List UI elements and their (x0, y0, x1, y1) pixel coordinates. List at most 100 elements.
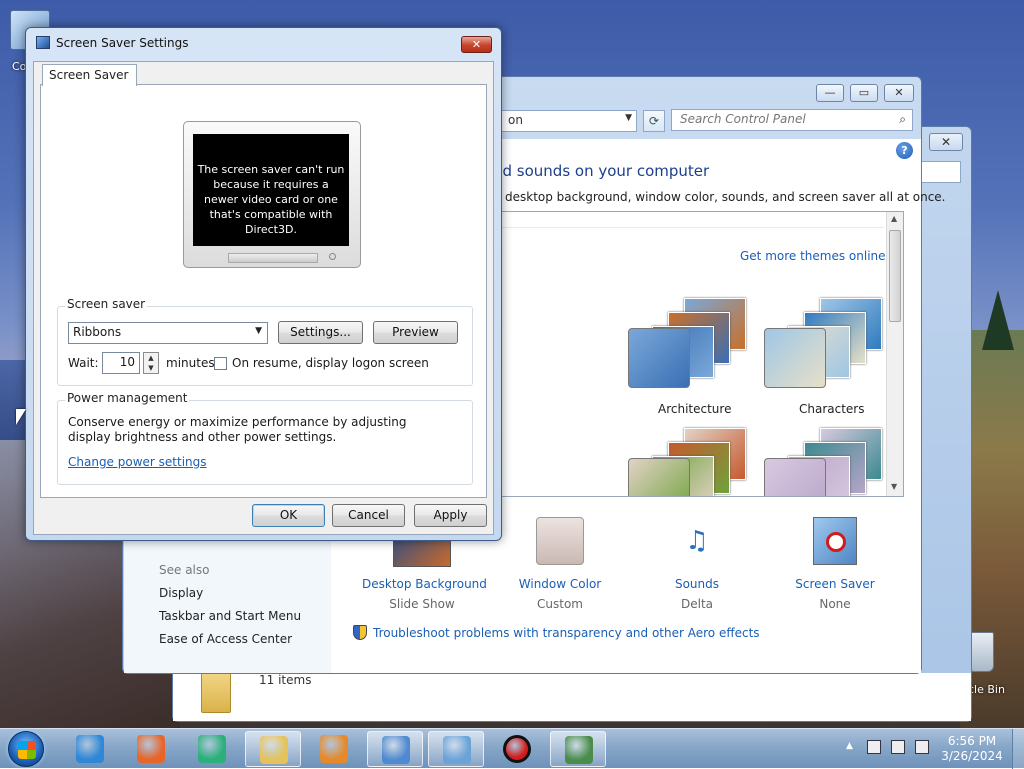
theme-item[interactable] (764, 428, 884, 496)
theme-characters[interactable] (764, 298, 884, 393)
taskbar-button[interactable] (489, 731, 545, 767)
screen-saver-select[interactable]: Ribbons ▼ (68, 322, 268, 344)
screensaver-settings-icon (565, 736, 593, 764)
ok-button[interactable]: OK (252, 504, 325, 527)
media-player-icon (320, 735, 348, 763)
shield-icon (353, 625, 367, 640)
wait-spinner[interactable]: ▲ ▼ (143, 352, 159, 374)
monitor-preview: The screen saver can't run because it re… (183, 121, 361, 268)
address-bar[interactable]: on ▼ (501, 110, 637, 132)
prohibited-icon (826, 532, 846, 552)
get-more-themes-link[interactable]: Get more themes online (740, 249, 886, 263)
file-explorer-icon (260, 736, 288, 764)
sounds-item[interactable]: ♫ Sounds Delta (637, 517, 757, 611)
explorer-search-box[interactable] (921, 161, 961, 183)
desktop-wallpaper-tree (982, 290, 1014, 350)
screen-saver-item[interactable]: Screen Saver None (775, 517, 895, 611)
theme-thumbnail (764, 328, 826, 388)
firefox-icon (137, 735, 165, 763)
personalization-icon (443, 736, 471, 764)
recycle-bin-label[interactable]: cle Bin (968, 683, 1005, 696)
settings-button[interactable]: Settings... (278, 321, 363, 344)
nav-link-taskbar[interactable]: Taskbar and Start Menu (159, 609, 301, 623)
taskbar: ▲ 6:56 PM 3/26/2024 (0, 728, 1024, 769)
taskbar-button[interactable] (550, 731, 606, 767)
search-icon[interactable]: ⌕ (899, 112, 906, 127)
change-power-settings-link[interactable]: Change power settings (68, 455, 207, 469)
chevron-down-icon[interactable]: ▼ (625, 113, 632, 123)
theme-label: Architecture (658, 402, 732, 416)
theme-item[interactable] (628, 428, 748, 496)
themes-list[interactable]: Get more themes online Architecture Char… (497, 211, 904, 497)
taskbar-button[interactable] (245, 731, 301, 767)
desktop-background-link[interactable]: Desktop Background (362, 577, 487, 591)
window-color-link[interactable]: Window Color (500, 577, 620, 591)
mouse-pointer-icon (16, 409, 26, 425)
page-subtitle: desktop background, window color, sounds… (505, 190, 946, 204)
screen-saver-link[interactable]: Screen Saver (775, 577, 895, 591)
help-icon[interactable]: ? (896, 142, 913, 159)
network-icon[interactable] (891, 740, 905, 754)
show-hidden-icons-icon[interactable]: ▲ (846, 741, 853, 751)
scroll-down-icon[interactable]: ▼ (891, 482, 897, 491)
search-placeholder: Search Control Panel (680, 112, 806, 126)
taskbar-button[interactable] (62, 731, 118, 767)
wait-label: Wait: (68, 356, 99, 370)
control-panel-icon (382, 736, 410, 764)
troubleshoot-link[interactable]: Troubleshoot problems with transparency … (353, 625, 760, 640)
sounds-icon: ♫ (685, 526, 709, 556)
cancel-button[interactable]: Cancel (332, 504, 405, 527)
chevron-down-icon[interactable]: ▼ (255, 326, 262, 336)
maximize-button[interactable]: ▭ (850, 84, 878, 102)
apply-button[interactable]: Apply (414, 504, 487, 527)
window-color-item[interactable]: Window Color Custom (500, 517, 620, 611)
address-text: on (508, 113, 523, 127)
refresh-icon[interactable]: ⟳ (643, 110, 665, 132)
scroll-up-icon[interactable]: ▲ (891, 214, 897, 223)
screen-saver-group: Screen saver Ribbons ▼ Settings... Previ… (57, 297, 473, 386)
show-desktop-button[interactable] (1012, 729, 1024, 769)
navigation-pane (124, 537, 331, 673)
explorer-close-button[interactable]: ✕ (929, 133, 963, 151)
close-button[interactable]: ✕ (884, 84, 914, 102)
screen-saver-settings-dialog: Screen Saver Settings ✕ The screen saver… (25, 27, 502, 541)
scroll-thumb[interactable] (889, 230, 901, 322)
preview-button[interactable]: Preview (373, 321, 458, 344)
edge-icon (198, 735, 226, 763)
nav-link-display[interactable]: Display (159, 586, 203, 600)
screen-saver-selected: Ribbons (73, 325, 122, 339)
taskbar-button[interactable] (123, 731, 179, 767)
taskbar-button[interactable] (367, 731, 423, 767)
themes-scrollbar[interactable]: ▲ ▼ (886, 212, 903, 496)
minimize-button[interactable]: — (816, 84, 844, 102)
tab-screen-saver[interactable]: Screen Saver (42, 64, 138, 86)
spin-up-icon[interactable]: ▲ (144, 353, 158, 363)
start-button[interactable] (8, 731, 44, 767)
minutes-label: minutes (166, 356, 215, 370)
taskbar-button[interactable] (306, 731, 362, 767)
sounds-link[interactable]: Sounds (637, 577, 757, 591)
resume-logon-checkbox[interactable] (214, 357, 227, 370)
monitor-stand (228, 253, 318, 263)
volume-muted-icon[interactable] (915, 740, 929, 754)
taskbar-button[interactable] (428, 731, 484, 767)
wait-minutes-input[interactable]: 10 (102, 352, 140, 374)
screen-saver-icon (813, 517, 857, 565)
spin-down-icon[interactable]: ▼ (144, 363, 158, 373)
dialog-title: Screen Saver Settings (56, 36, 189, 50)
dialog-close-button[interactable]: ✕ (461, 36, 492, 53)
sounds-value: Delta (680, 597, 713, 611)
theme-architecture[interactable] (628, 298, 748, 393)
flag-icon[interactable] (867, 740, 881, 754)
internet-explorer-icon (76, 735, 104, 763)
theme-label: Characters (799, 402, 865, 416)
nav-link-ease-of-access[interactable]: Ease of Access Center (159, 632, 292, 646)
taskbar-button[interactable] (184, 731, 240, 767)
record-icon (503, 735, 531, 763)
resume-logon-label[interactable]: On resume, display logon screen (232, 356, 429, 370)
screen-saver-app-icon (36, 36, 50, 49)
search-input[interactable]: Search Control Panel ⌕ (671, 109, 913, 131)
troubleshoot-text[interactable]: Troubleshoot problems with transparency … (373, 626, 760, 640)
clock[interactable]: 6:56 PM 3/26/2024 (940, 734, 1004, 764)
desktop-background-value: Slide Show (389, 597, 455, 611)
